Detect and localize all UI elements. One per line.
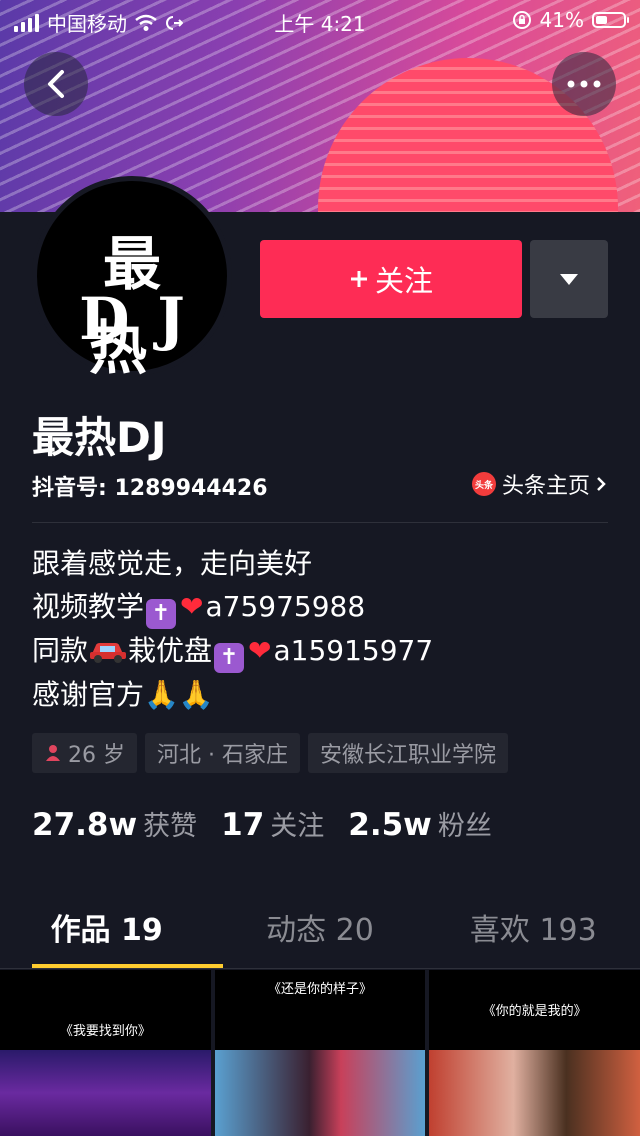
- status-bar: 中国移动 上午 4:21 41%: [0, 0, 640, 40]
- tab-works[interactable]: 作品 19: [0, 896, 224, 968]
- chevron-right-icon: [597, 477, 606, 491]
- toutiao-logo-icon: 头条: [471, 472, 496, 496]
- location-label: 河北 · 石家庄: [157, 743, 288, 768]
- likes-label: 获赞: [143, 811, 198, 842]
- heart-emoji-icon: ❤: [180, 590, 204, 623]
- video-image: [0, 1050, 211, 1136]
- video-image: [214, 1050, 426, 1136]
- bio-text: a75975988: [205, 590, 366, 623]
- battery-icon: [592, 12, 629, 28]
- school-label: 安徽长江职业学院: [319, 743, 496, 768]
- bio-line: 跟着感觉走，走向美好: [32, 547, 313, 580]
- video-caption: 《你的就是我的》: [482, 1004, 587, 1019]
- bio: 跟着感觉走，走向美好 视频教学 ✝ ❤a75975988 同款 栽优盘 ✝ ❤a15915…: [32, 542, 433, 716]
- bio-line: 视频教学 ✝ ❤a75975988: [32, 585, 433, 629]
- following-count: 17: [221, 807, 265, 843]
- bio-line: 同款 栽优盘 ✝ ❤a15915977: [32, 629, 433, 673]
- followers-label: 粉丝: [437, 811, 492, 842]
- following-stat[interactable]: 17 关注: [221, 804, 324, 843]
- profile-stats: 27.8w 获赞 17 关注 2.5w 粉丝: [32, 804, 492, 843]
- battery-percent: 41%: [539, 8, 584, 32]
- followers-stat[interactable]: 2.5w 粉丝: [348, 804, 492, 843]
- follow-label: 关注: [374, 264, 433, 298]
- content-tabs: 作品 19 动态 20 喜欢 193: [0, 896, 640, 968]
- likes-count: 27.8w: [32, 807, 138, 843]
- followers-count: 2.5w: [348, 807, 432, 843]
- avatar-text-bottom: DJ: [79, 285, 213, 353]
- status-right: 41%: [512, 8, 629, 32]
- following-label: 关注: [270, 811, 325, 842]
- tab-activity[interactable]: 动态 20: [213, 896, 426, 968]
- video-grid: 《我要找到你》 《还是你的样子》 《你的就是我的》: [0, 970, 640, 1136]
- bio-text: 视频教学: [32, 590, 145, 623]
- tab-likes[interactable]: 喜欢 193: [427, 896, 640, 968]
- video-thumbnail[interactable]: 《还是你的样子》: [214, 970, 426, 1136]
- bio-text: a15915977: [273, 634, 434, 667]
- female-user-icon: [46, 745, 60, 761]
- tabs-divider: [0, 968, 640, 969]
- divider: [32, 522, 608, 523]
- avatar[interactable]: 最热 DJ: [32, 176, 232, 382]
- more-options-button[interactable]: [552, 52, 616, 116]
- ellipsis-icon: [567, 80, 601, 88]
- likes-stat: 27.8w 获赞: [32, 804, 197, 843]
- toutiao-homepage-link[interactable]: 头条 头条主页: [471, 468, 606, 500]
- car-emoji-icon: [90, 643, 127, 663]
- age-label: 26 岁: [68, 743, 125, 768]
- location-tag: 河北 · 石家庄: [145, 733, 300, 773]
- age-tag: 26 岁: [32, 733, 137, 773]
- bio-text: 同款: [32, 634, 89, 667]
- follow-button[interactable]: 关注: [260, 240, 522, 318]
- video-caption: 《我要找到你》: [59, 1024, 151, 1039]
- cross-emoji-icon: ✝: [214, 643, 245, 673]
- bio-text: 栽优盘: [128, 634, 213, 667]
- video-thumbnail[interactable]: 《你的就是我的》: [429, 970, 640, 1136]
- video-thumbnail[interactable]: 《我要找到你》: [0, 970, 211, 1136]
- rotation-lock-icon: [512, 11, 531, 29]
- profile-tags: 26 岁 河北 · 石家庄 安徽长江职业学院: [32, 733, 508, 773]
- chevron-left-icon: [48, 70, 64, 98]
- profile-name: 最热DJ: [32, 413, 167, 462]
- plus-icon: [350, 271, 367, 287]
- triangle-down-icon: [560, 273, 578, 285]
- recommend-dropdown-button[interactable]: [530, 240, 608, 318]
- douyin-id: 抖音号: 1289944426: [32, 476, 268, 501]
- school-tag: 安徽长江职业学院: [307, 733, 508, 773]
- cross-emoji-icon: ✝: [146, 599, 177, 629]
- bio-line: 感谢官方🙏🙏: [32, 678, 214, 711]
- video-caption: 《还是你的样子》: [268, 982, 373, 997]
- back-button[interactable]: [24, 52, 88, 116]
- toutiao-link-label: 头条主页: [501, 474, 590, 499]
- heart-emoji-icon: ❤: [248, 634, 272, 667]
- video-image: [429, 1050, 640, 1136]
